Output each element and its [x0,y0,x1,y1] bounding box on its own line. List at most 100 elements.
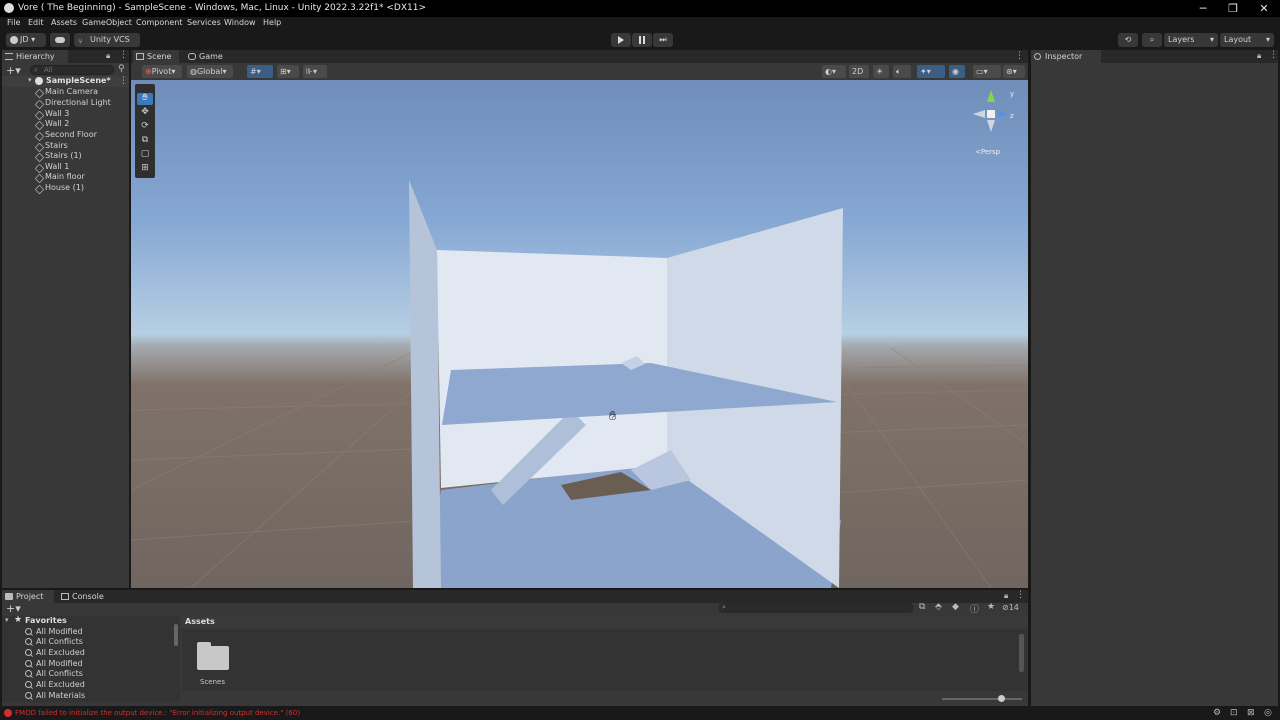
tab-scene[interactable]: Scene [133,50,179,63]
hierarchy-item[interactable]: Main Camera [45,87,98,96]
incremental-snap-button[interactable]: ⊪▾ [303,65,327,78]
hierarchy-item[interactable]: Main floor [45,172,85,181]
hierarchy-item[interactable]: Wall 2 [45,119,69,128]
kebab-menu-icon[interactable]: ⋮ [1269,50,1278,60]
star-icon[interactable]: ★ [987,602,995,612]
rect-tool-icon[interactable]: ▢ [137,149,153,161]
menu-assets[interactable]: Assets [51,18,77,27]
transform-tool-icon[interactable]: ⊞ [137,163,153,175]
create-icon[interactable]: +▾ [6,602,21,615]
tab-inspector[interactable]: Inspector [1031,50,1101,63]
step-button[interactable]: ⏭ [653,33,673,47]
tag-icon[interactable]: ◆ [952,602,959,612]
toggle-2d-button[interactable]: 2D [849,65,869,78]
hierarchy-item[interactable]: Second Floor [45,130,97,139]
cache-icon[interactable]: ◎ [1264,708,1272,718]
persp-label[interactable]: <Persp [975,148,1000,156]
lock-icon[interactable]: 🔒︎ [106,51,110,61]
favorite-item[interactable]: All Modified [25,627,83,636]
gizmos-button[interactable]: ⊛▾ [1003,65,1025,78]
hierarchy-item[interactable]: Wall 3 [45,109,69,118]
menu-gameobject[interactable]: GameObject [82,18,132,27]
lighting-button[interactable]: ☀ [873,65,889,78]
zoom-slider[interactable] [942,695,1022,702]
menu-component[interactable]: Component [136,18,182,27]
camera-button[interactable]: ▭▾ [973,65,1001,78]
hierarchy-item[interactable]: Stairs (1) [45,151,82,160]
label-icon[interactable]: ⬘ [935,602,942,612]
hidden-packages-toggle[interactable]: ⊘14 [1002,603,1019,612]
pause-button[interactable] [632,33,652,47]
favorite-item[interactable]: All Excluded [25,648,85,657]
favorites-scrollbar[interactable] [174,624,178,646]
progress-icon[interactable]: ⊠ [1247,708,1255,718]
global-dropdown[interactable]: ◍Global▾ [187,65,233,78]
menu-edit[interactable]: Edit [28,18,44,27]
effects-button[interactable]: ✦▾ [917,65,945,78]
audio-button[interactable]: 🔈︎ [893,65,911,78]
kebab-menu-icon[interactable]: ⋮ [1015,51,1024,61]
lock-icon[interactable]: 🔒︎ [1257,51,1261,61]
play-button[interactable] [611,33,631,47]
expand-arrow-icon[interactable]: ▾ [5,616,9,624]
close-icon[interactable]: ✕ [1249,1,1279,16]
lock-icon[interactable]: 🔒︎ [1004,591,1008,601]
debug-icon[interactable]: ⚙ [1213,708,1221,718]
search-type-icon[interactable]: ⧉ [919,602,925,612]
pivot-dropdown[interactable]: ⊕Pivot▾ [142,65,182,78]
expand-arrow-icon[interactable]: ▾ [28,76,32,84]
tab-hierarchy[interactable]: Hierarchy [2,50,68,63]
assets-scrollbar[interactable] [1019,634,1024,672]
vcs-button[interactable]: ⑂ Unity VCS ▾ [74,33,140,58]
breadcrumb-assets[interactable]: Assets [185,617,215,626]
minimize-icon[interactable]: ─ [1188,1,1218,16]
scale-tool-icon[interactable]: ⧉ [137,135,153,147]
menu-help[interactable]: Help [263,18,281,27]
grid-snap-button[interactable]: #▾ [247,65,273,78]
hierarchy-item[interactable]: House (1) [45,183,84,192]
hierarchy-item[interactable]: Wall 1 [45,162,69,171]
favorite-item[interactable]: All Conflicts [25,669,83,678]
cloud-button[interactable] [50,33,70,47]
orientation-gizmo[interactable]: y z <Persp [967,86,1017,158]
scenes-folder[interactable] [196,642,230,670]
snap-increment-button[interactable]: ⊞▾ [277,65,299,78]
zoom-slider-thumb[interactable] [998,695,1005,702]
kebab-menu-icon[interactable]: ⋮ [119,50,128,60]
favorite-item[interactable]: All Excluded [25,680,85,689]
favorite-item[interactable]: All Models [36,701,77,702]
favorite-item[interactable]: All Conflicts [25,637,83,646]
kebab-menu-icon[interactable]: ⋮ [1016,590,1025,600]
favorites-label[interactable]: Favorites [25,616,67,625]
hierarchy-item[interactable]: Stairs [45,141,68,150]
scene-viewport[interactable]: ✋︎ ✋︎ ✥ ⟳ ⧉ ▢ ⊞ y z <Persp [131,80,1028,588]
restore-icon[interactable]: ❐ [1218,1,1248,16]
layers-dropdown[interactable]: Layers ▾ [1164,33,1218,47]
network-icon[interactable]: ⊡ [1230,708,1238,718]
account-button[interactable]: JD ▾ [6,33,46,47]
layout-dropdown[interactable]: Layout ▾ [1220,33,1274,47]
favorite-item[interactable]: All Materials [24,691,85,700]
status-error-text[interactable]: FMOD failed to initialize the output dev… [15,709,300,717]
draw-mode-button[interactable]: ◐▾ [822,65,846,78]
kebab-menu-icon[interactable]: ⋮ [119,76,128,86]
history-button[interactable]: ⟲ [1118,33,1138,47]
filter-icon[interactable]: ⚲ [118,64,125,74]
move-tool-icon[interactable]: ✥ [137,107,153,119]
project-search-input[interactable]: ⌕ [718,603,914,613]
search-button[interactable]: ⌕ [1142,33,1162,47]
hand-tool-icon[interactable]: ✋︎ [137,93,153,105]
toggle-2d-label: 2D [852,67,864,76]
hierarchy-search-input[interactable]: ⌕ All [30,65,114,75]
info-icon[interactable]: ⓘ [970,602,979,615]
tab-console[interactable]: Console [58,590,114,603]
menu-file[interactable]: File [7,18,20,27]
menu-services[interactable]: Services [187,18,221,27]
visibility-button[interactable]: ◉ [949,65,965,78]
scene-row[interactable]: ▾ SampleScene* ⋮ [2,76,129,87]
favorite-item[interactable]: All Modified [25,659,83,668]
hierarchy-item[interactable]: Directional Light [45,98,111,107]
rotate-tool-icon[interactable]: ⟳ [137,121,153,133]
menu-window[interactable]: Window [224,18,256,27]
tab-game[interactable]: Game [185,50,231,63]
